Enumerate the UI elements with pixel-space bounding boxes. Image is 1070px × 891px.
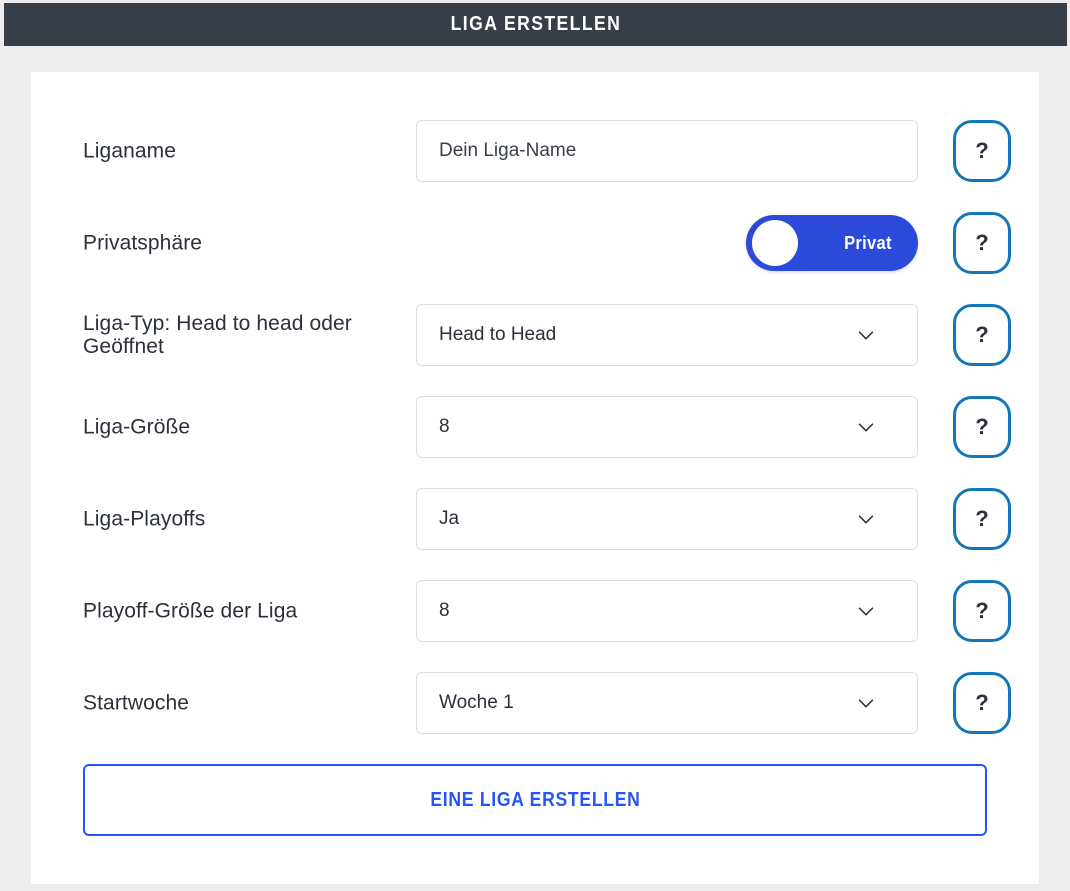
- league-name-input[interactable]: [416, 120, 918, 182]
- help-button-liganame[interactable]: ?: [953, 120, 1011, 182]
- league-type-value: Head to Head: [439, 324, 557, 345]
- question-mark-icon: ?: [975, 506, 989, 531]
- toggle-knob-icon: [752, 220, 798, 266]
- playoff-size-select[interactable]: 8: [416, 580, 918, 642]
- league-size-select[interactable]: 8: [416, 396, 918, 458]
- start-week-select[interactable]: Woche 1: [416, 672, 918, 734]
- form-row-privacy: Privatsphäre Privat ?: [83, 212, 1011, 274]
- create-league-form: Liganame ? Privatsphäre Privat ? Lig: [83, 120, 1011, 836]
- submit-row: EINE LIGA ERSTELLEN: [83, 764, 1011, 836]
- chevron-down-icon: [855, 416, 877, 438]
- help-button-league-type[interactable]: ?: [953, 304, 1011, 366]
- form-row-league-size: Liga-Größe 8 ?: [83, 396, 1011, 458]
- control-league-type: Head to Head: [416, 304, 918, 366]
- label-league-playoffs: Liga-Playoffs: [83, 507, 206, 531]
- chevron-down-icon: [855, 508, 877, 530]
- playoff-size-value: 8: [439, 600, 450, 621]
- form-row-league-type: Liga-Typ: Head to head oder Geöffnet Hea…: [83, 304, 1011, 366]
- control-liganame: [416, 120, 918, 182]
- question-mark-icon: ?: [975, 230, 989, 255]
- chevron-down-icon: [855, 600, 877, 622]
- question-mark-icon: ?: [975, 414, 989, 439]
- label-privacy: Privatsphäre: [83, 231, 203, 255]
- control-league-size: 8: [416, 396, 918, 458]
- chevron-down-icon: [855, 692, 877, 714]
- question-mark-icon: ?: [975, 598, 989, 623]
- control-playoff-size: 8: [416, 580, 918, 642]
- form-row-start-week: Startwoche Woche 1 ?: [83, 672, 1011, 734]
- help-button-league-size[interactable]: ?: [953, 396, 1011, 458]
- control-privacy: Privat: [416, 212, 918, 274]
- label-start-week: Startwoche: [83, 691, 190, 715]
- page-title: LIGA ERSTELLEN: [450, 13, 621, 35]
- question-mark-icon: ?: [975, 690, 989, 715]
- help-button-privacy[interactable]: ?: [953, 212, 1011, 274]
- form-row-liganame: Liganame ?: [83, 120, 1011, 182]
- league-playoffs-select[interactable]: Ja: [416, 488, 918, 550]
- form-row-playoff-size: Playoff-Größe der Liga 8 ?: [83, 580, 1011, 642]
- label-league-type: Liga-Typ: Head to head oder Geöffnet: [83, 312, 352, 358]
- league-size-value: 8: [439, 416, 450, 437]
- create-league-button-label: EINE LIGA ERSTELLEN: [429, 788, 641, 811]
- question-mark-icon: ?: [975, 138, 989, 163]
- league-playoffs-value: Ja: [439, 508, 460, 529]
- help-button-playoff-size[interactable]: ?: [953, 580, 1011, 642]
- create-league-button[interactable]: EINE LIGA ERSTELLEN: [83, 764, 987, 836]
- privacy-toggle-label: Privat: [844, 232, 892, 253]
- help-button-league-playoffs[interactable]: ?: [953, 488, 1011, 550]
- control-league-playoffs: Ja: [416, 488, 918, 550]
- label-liganame: Liganame: [83, 139, 177, 163]
- league-type-select[interactable]: Head to Head: [416, 304, 918, 366]
- help-button-start-week[interactable]: ?: [953, 672, 1011, 734]
- form-row-league-playoffs: Liga-Playoffs Ja ?: [83, 488, 1011, 550]
- chevron-down-icon: [855, 324, 877, 346]
- page-header: LIGA ERSTELLEN: [4, 3, 1067, 46]
- question-mark-icon: ?: [975, 322, 989, 347]
- privacy-toggle[interactable]: Privat: [746, 215, 918, 271]
- control-start-week: Woche 1: [416, 672, 918, 734]
- create-league-card: Liganame ? Privatsphäre Privat ? Lig: [31, 72, 1039, 884]
- label-playoff-size: Playoff-Größe der Liga: [83, 599, 298, 623]
- label-league-size: Liga-Größe: [83, 415, 191, 439]
- start-week-value: Woche 1: [439, 692, 514, 713]
